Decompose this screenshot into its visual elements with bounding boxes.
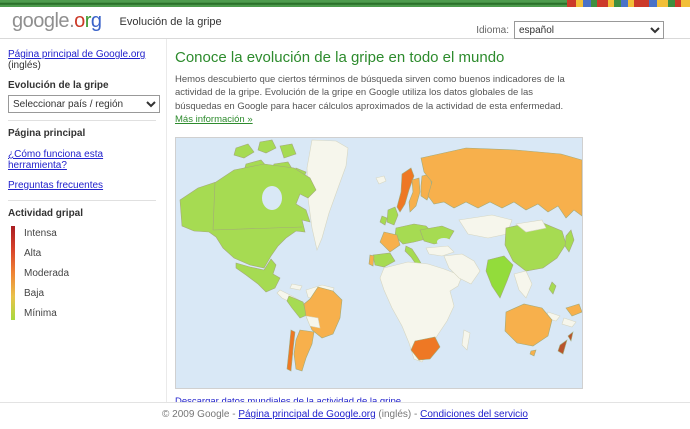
legend-level-label: Moderada [24, 268, 69, 279]
topbar-color-segment [614, 0, 621, 7]
legend-level-label: Mínima [24, 308, 69, 319]
topbar-color-segment [576, 0, 583, 7]
country-region-select[interactable]: Seleccionar país / región [8, 95, 160, 113]
sidebar-link-faq[interactable]: Preguntas frecuentes [8, 180, 164, 191]
map-hudson-bay [262, 186, 282, 210]
topbar-color-segment [583, 0, 591, 7]
legend-gradient-bar [11, 226, 15, 320]
more-info-link[interactable]: Más información » [175, 114, 253, 125]
language-label: Idioma: [476, 25, 509, 36]
top-strip-segments [567, 0, 690, 7]
topbar-color-segment [567, 0, 576, 7]
logo-org-g: g [91, 10, 102, 32]
map-region-portugal[interactable] [369, 255, 374, 266]
sidebar: Página principal de Google.org (inglés) … [0, 39, 166, 407]
sidebar-section-title: Evolución de la gripe [8, 80, 164, 91]
intro-text: Hemos descubierto que ciertos términos d… [175, 74, 565, 112]
map-black-sea [437, 238, 451, 246]
sidebar-divider [8, 120, 156, 121]
topbar-color-segment [668, 0, 675, 7]
top-color-strip [0, 0, 690, 7]
topbar-color-segment [621, 0, 628, 7]
footer-home-link[interactable]: Página principal de Google.org [238, 409, 375, 420]
legend-level-labels: Intensa Alta Moderada Baja Mínima [24, 226, 69, 320]
intro-paragraph: Hemos descubierto que ciertos términos d… [175, 73, 579, 126]
sidebar-link-how-it-works[interactable]: ¿Cómo funciona esta herramienta? [8, 149, 164, 171]
footer-terms-link[interactable]: Condiciones del servicio [420, 409, 528, 420]
logo-org-o: o [74, 10, 85, 32]
footer-home-suffix: (inglés) [376, 409, 412, 420]
page-footer: © 2009 Google - Página principal de Goog… [0, 402, 690, 429]
world-flu-map [175, 137, 583, 389]
app-title: Evolución de la gripe [120, 16, 222, 31]
logo-google-text: google [12, 10, 69, 32]
main-content: Conoce la evolución de la gripe en todo … [166, 39, 690, 407]
topbar-color-segment [597, 0, 608, 7]
legend-level-label: Intensa [24, 228, 69, 239]
google-org-logo[interactable]: google.org [12, 11, 102, 31]
legend-level-label: Alta [24, 248, 69, 259]
topbar-color-segment [634, 0, 649, 7]
page-title: Conoce la evolución de la gripe en todo … [175, 49, 690, 66]
topbar-color-segment [657, 0, 668, 7]
map-caspian-sea [463, 234, 473, 252]
sidebar-home-link[interactable]: Página principal de Google.org [8, 49, 145, 60]
top-strip-green [0, 0, 567, 7]
topbar-color-segment [649, 0, 657, 7]
legend-level-label: Baja [24, 288, 69, 299]
sidebar-nav-title: Página principal [8, 128, 164, 139]
page-header: google.org Evolución de la gripe Idioma:… [0, 7, 690, 38]
sidebar-home-suffix: (inglés) [8, 60, 41, 71]
footer-separator: - [411, 409, 420, 420]
topbar-color-segment [681, 0, 690, 7]
language-select[interactable]: español [514, 21, 664, 39]
footer-copyright: © 2009 Google [162, 409, 229, 420]
sidebar-divider [8, 200, 156, 201]
flu-activity-legend: Intensa Alta Moderada Baja Mínima [8, 226, 164, 320]
footer-separator: - [229, 409, 238, 420]
legend-title: Actividad gripal [8, 208, 164, 219]
